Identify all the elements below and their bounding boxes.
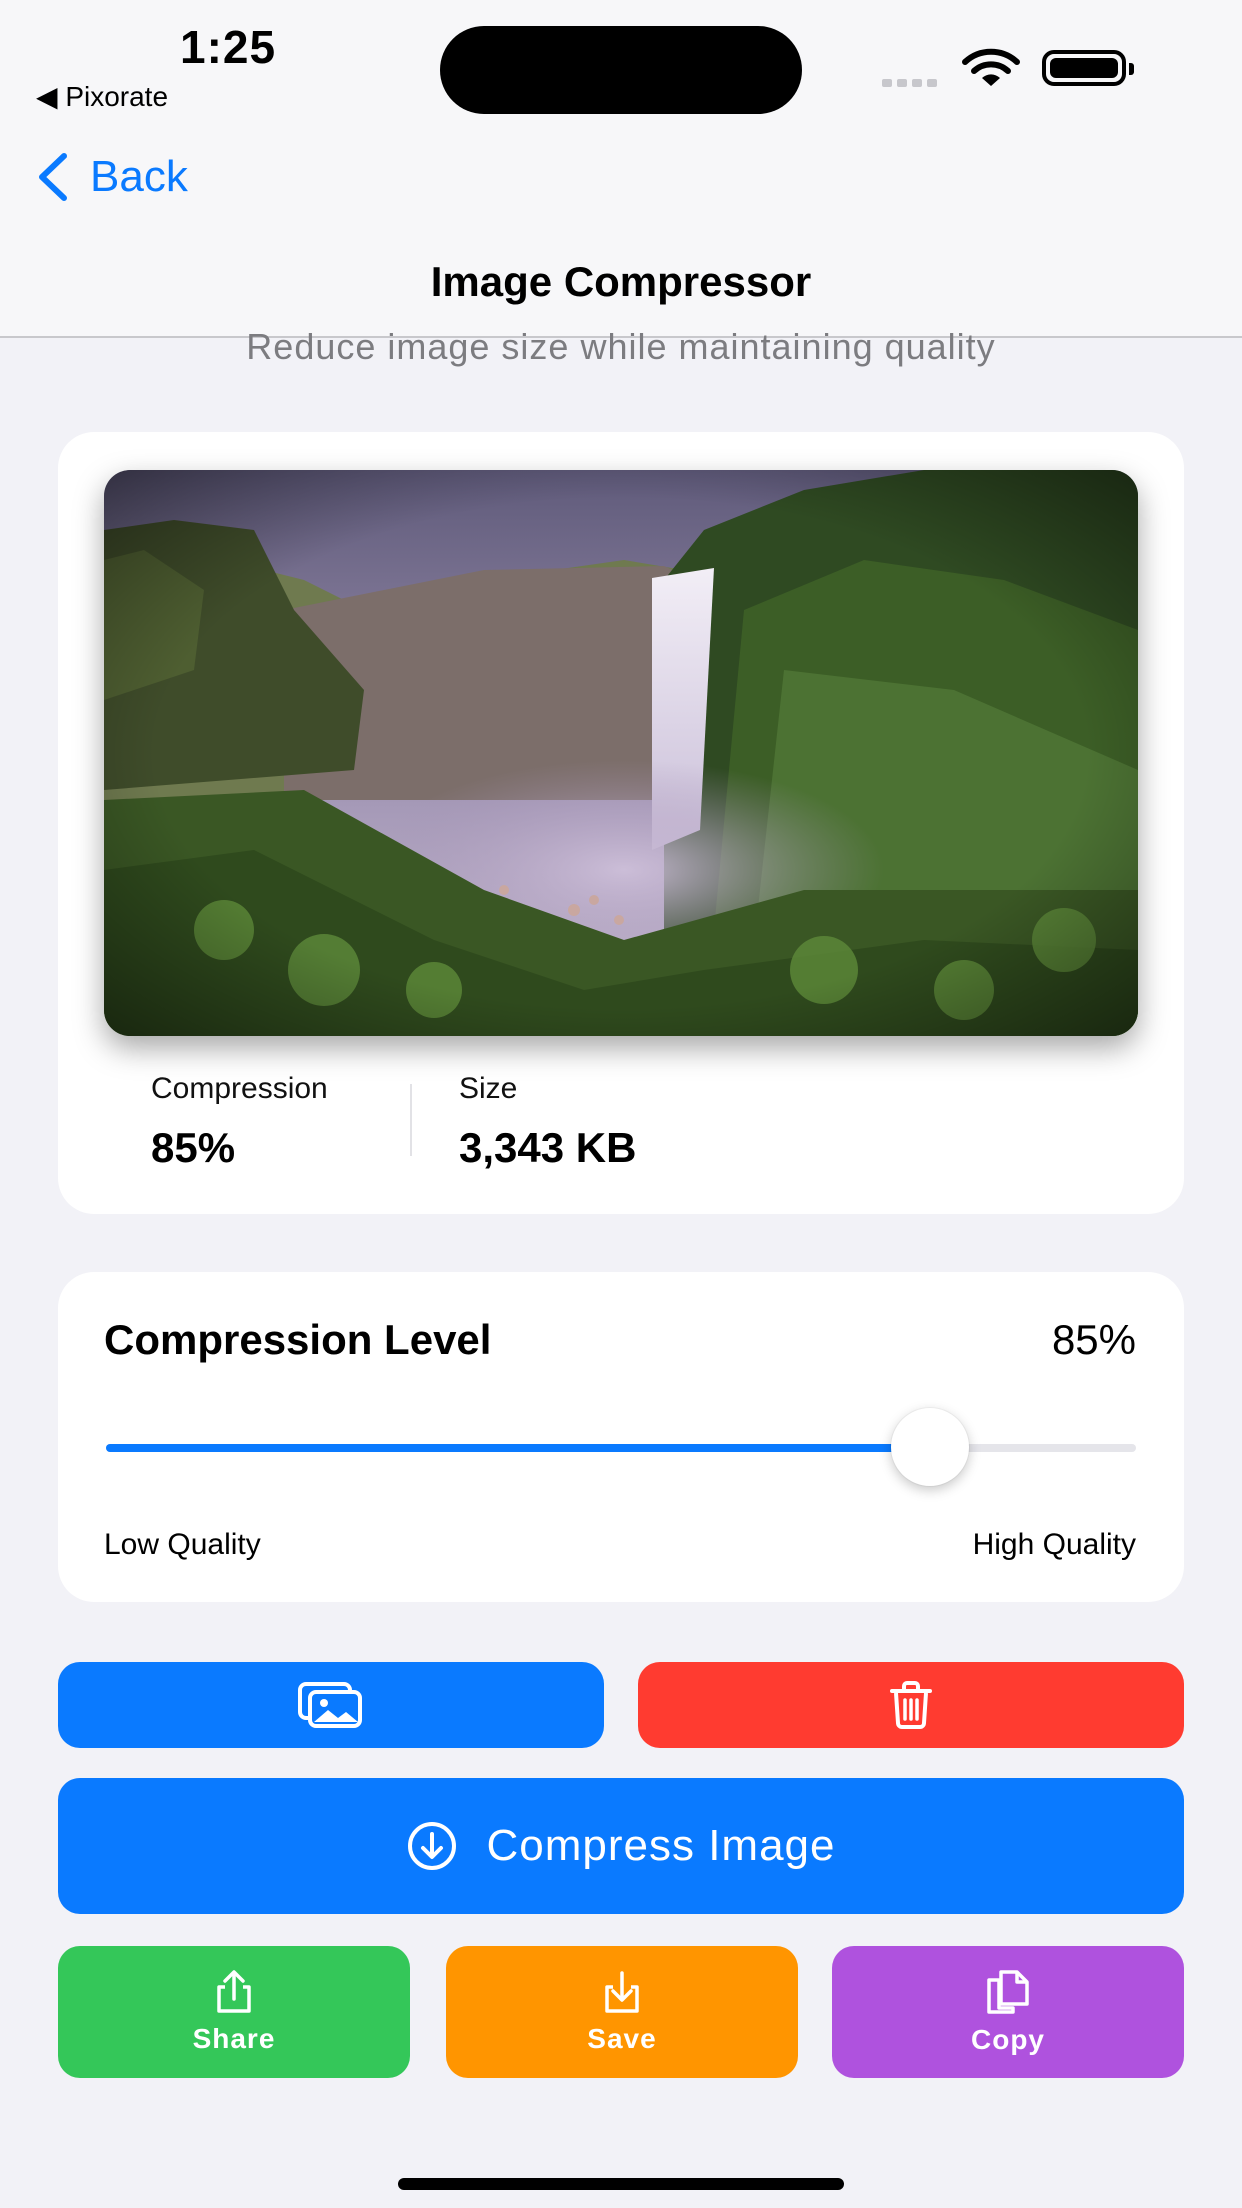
compression-level-title: Compression Level	[104, 1316, 492, 1363]
copy-label: Copy	[971, 2024, 1045, 2055]
waterfall-photo[interactable]	[104, 470, 1138, 1036]
size-stat-label: Size	[459, 1072, 518, 1105]
status-time: 1:25	[180, 21, 277, 73]
high-quality-label: High Quality	[972, 1528, 1136, 1561]
size-stat-value: 3,343 KB	[459, 1124, 637, 1171]
compression-stat-value: 85%	[151, 1124, 236, 1171]
stat-divider	[410, 1084, 412, 1156]
photo-library-icon	[298, 1682, 362, 1728]
save-label: Save	[587, 2023, 657, 2054]
trash-icon	[890, 1681, 932, 1729]
wifi-icon	[962, 48, 1020, 93]
page-subtitle: Reduce image size while maintaining qual…	[246, 326, 996, 367]
share-label: Share	[192, 2023, 276, 2054]
back-label: Back	[90, 152, 188, 201]
slider-track-fill	[106, 1444, 930, 1452]
download-circle-icon	[408, 1822, 457, 1870]
delete-button[interactable]	[638, 1662, 1184, 1748]
share-icon	[217, 1970, 251, 2013]
save-download-icon	[605, 1971, 639, 2013]
low-quality-label: Low Quality	[104, 1528, 261, 1561]
compression-stat-label: Compression	[151, 1072, 328, 1105]
page-title: Image Compressor	[430, 258, 812, 305]
compress-image-button[interactable]: Compress Image	[58, 1778, 1184, 1914]
chevron-left-icon	[39, 153, 67, 201]
compression-level-value: 85%	[1051, 1316, 1136, 1363]
copy-button[interactable]: Copy	[832, 1946, 1184, 2078]
compress-image-label: Compress Image	[486, 1821, 836, 1870]
battery-icon	[1042, 50, 1134, 86]
choose-photo-button[interactable]	[58, 1662, 604, 1748]
home-indicator[interactable]	[398, 2178, 844, 2190]
share-button[interactable]: Share	[58, 1946, 410, 2078]
dynamic-island	[440, 26, 802, 114]
save-button[interactable]: Save	[446, 1946, 798, 2078]
cellular-signal-icon	[882, 74, 942, 92]
return-to-app-link[interactable]: ◀ Pixorate	[36, 80, 168, 113]
slider-thumb[interactable]	[891, 1408, 969, 1486]
back-button[interactable]: Back	[36, 152, 188, 202]
copy-documents-icon	[987, 1970, 1029, 2014]
